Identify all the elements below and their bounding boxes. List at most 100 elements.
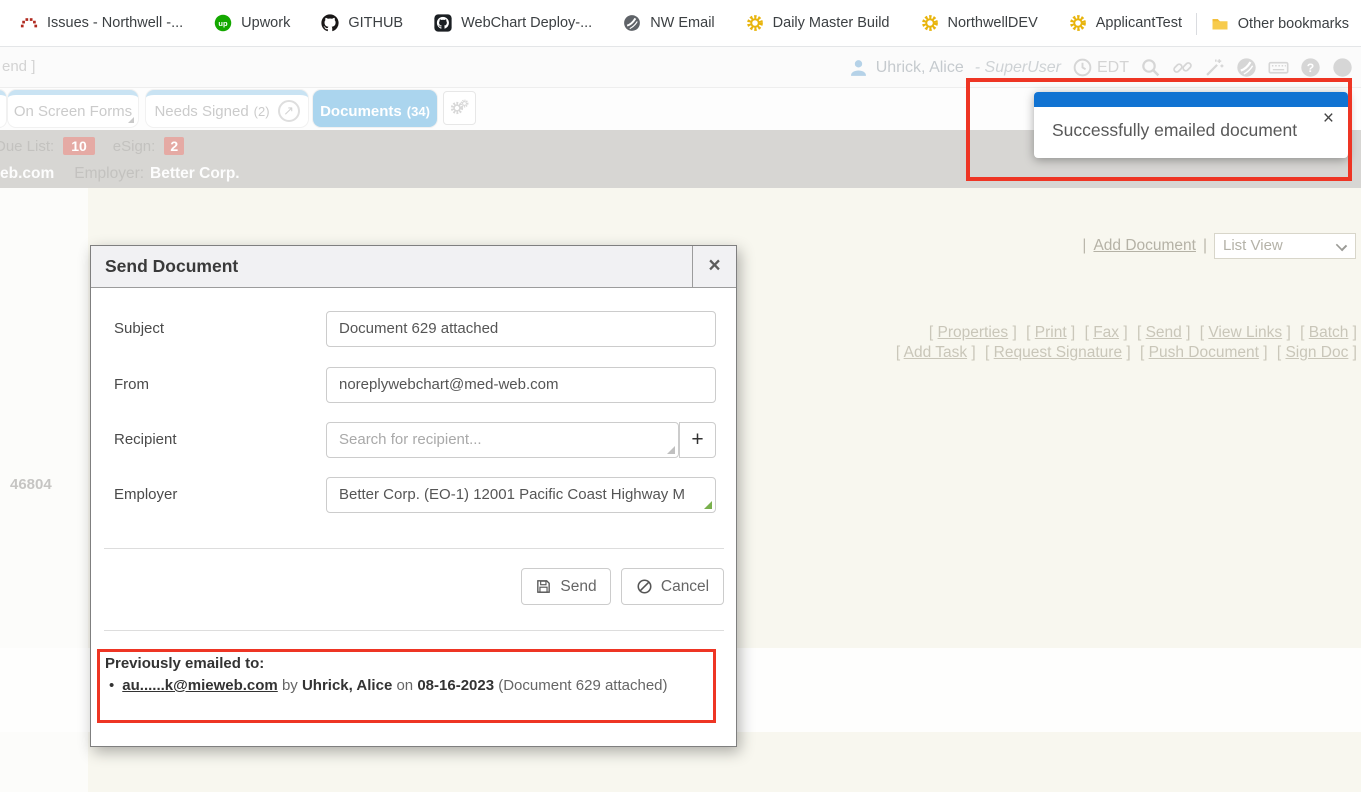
cancel-button-label: Cancel — [661, 578, 709, 596]
properties-link[interactable]: Properties — [938, 324, 1009, 341]
app-toolbar: end ] Uhrick, Alice - SuperUser EDT — [0, 47, 1361, 88]
tab-count: (34) — [407, 104, 430, 119]
action-link[interactable]: [ Add Task ] — [896, 344, 976, 361]
document-action-links: [ Properties ] [ Print ] [ Fax ] [ Send … — [891, 323, 1357, 363]
action-link[interactable]: [ Print ] — [1026, 324, 1075, 341]
recipient-label: Recipient — [114, 431, 177, 448]
from-input[interactable]: noreplywebchart@med-web.com — [326, 367, 716, 403]
bookmark-issues[interactable]: Issues - Northwell -... — [20, 14, 183, 32]
github-box-icon — [434, 14, 452, 32]
push-document-link[interactable]: Push Document — [1149, 344, 1259, 361]
bookmarks-divider — [1196, 13, 1197, 35]
view-links-link[interactable]: View Links — [1208, 324, 1282, 341]
chevron-down-icon — [1336, 240, 1347, 251]
employer-select[interactable]: Better Corp. (EO-1) 12001 Pacific Coast … — [326, 477, 716, 513]
request-signature-link[interactable]: Request Signature — [994, 344, 1122, 361]
add-recipient-button[interactable]: + — [679, 422, 716, 458]
folder-icon — [1211, 15, 1229, 33]
divider — [104, 630, 724, 631]
sign-doc-link[interactable]: Sign Doc — [1285, 344, 1348, 361]
toast-message: Successfully emailed document — [1052, 120, 1297, 141]
action-link[interactable]: [ Properties ] — [929, 324, 1017, 341]
esign-label: eSign: — [113, 138, 156, 155]
print-link[interactable]: Print — [1035, 324, 1067, 341]
keyboard-icon[interactable] — [1268, 57, 1289, 78]
from-label: From — [114, 376, 149, 393]
chart-number: 46804 — [10, 476, 52, 493]
modal-title: Send Document — [105, 256, 238, 277]
sender-name: Uhrick, Alice — [302, 677, 392, 694]
cancel-slash-icon — [636, 578, 653, 595]
action-link[interactable]: [ Send ] — [1137, 324, 1190, 341]
pipe-separator: | — [1082, 237, 1086, 255]
tab-needs-signed[interactable]: Needs Signed (2) ↗ — [146, 90, 308, 127]
tab-on-screen-forms[interactable]: On Screen Forms — [8, 90, 138, 127]
list-view-select[interactable]: List View — [1214, 233, 1356, 259]
resize-handle[interactable] — [667, 446, 675, 454]
help-icon[interactable]: ? — [1300, 57, 1321, 78]
action-link[interactable]: [ Sign Doc ] — [1277, 344, 1357, 361]
employer-value: Better Corp. — [150, 165, 240, 183]
timezone-control[interactable]: EDT — [1072, 57, 1129, 78]
tab-partial[interactable] — [0, 90, 6, 127]
bookmark-label: Upwork — [241, 15, 290, 31]
bookmark-nw-email[interactable]: NW Email — [623, 14, 714, 32]
bullet: • — [109, 677, 114, 694]
bookmark-github[interactable]: GITHUB — [321, 14, 403, 32]
previously-emailed-heading: Previously emailed to: — [105, 655, 705, 672]
send-document-modal: Send Document × Subject Document 629 att… — [90, 245, 737, 747]
popout-icon[interactable]: ↗ — [278, 100, 300, 122]
bookmark-upwork[interactable]: up Upwork — [214, 14, 290, 32]
add-task-link[interactable]: Add Task — [904, 344, 967, 361]
modal-close-button[interactable]: × — [692, 246, 736, 287]
employer-label: Employer: — [74, 165, 144, 183]
send-button[interactable]: Send — [521, 568, 611, 605]
previous-recipient-email-link[interactable]: au......k@mieweb.com — [122, 677, 278, 694]
screen: Issues - Northwell -... up Upwork GITHUB… — [0, 0, 1361, 792]
link-icon[interactable] — [1172, 57, 1193, 78]
esign-count-badge[interactable]: 2 — [164, 137, 184, 155]
bookmark-northwelldev[interactable]: NorthwellDEV — [921, 14, 1038, 32]
globe-icon[interactable] — [1236, 57, 1257, 78]
toast-close-icon[interactable]: × — [1323, 109, 1334, 128]
fax-link[interactable]: Fax — [1093, 324, 1119, 341]
due-list-count-badge[interactable]: 10 — [63, 137, 95, 155]
other-bookmarks[interactable]: Other bookmarks — [1211, 15, 1349, 33]
tab-settings-button[interactable] — [443, 91, 476, 125]
save-icon — [535, 578, 552, 595]
action-link[interactable]: [ Push Document ] — [1140, 344, 1268, 361]
action-link[interactable]: [ View Links ] — [1200, 324, 1291, 341]
recipient-search-input[interactable]: Search for recipient... — [326, 422, 679, 458]
other-bookmarks-label: Other bookmarks — [1238, 16, 1349, 32]
cancel-button[interactable]: Cancel — [621, 568, 724, 605]
bookmark-webchart-deploy[interactable]: WebChart Deploy-... — [434, 14, 592, 32]
gears-icon-small — [460, 99, 469, 108]
pipe-separator: | — [1203, 237, 1207, 255]
patient-email-fragment: eb.com — [0, 165, 54, 183]
tab-count: (2) — [254, 104, 270, 119]
send-link[interactable]: Send — [1146, 324, 1182, 341]
redmine-icon — [20, 14, 38, 32]
upwork-icon: up — [214, 14, 232, 32]
user-menu[interactable]: Uhrick, Alice - SuperUser — [848, 57, 1061, 78]
tab-documents[interactable]: Documents (34) — [313, 90, 437, 127]
resize-handle-green[interactable] — [704, 501, 712, 509]
bookmark-daily-master-build[interactable]: Daily Master Build — [746, 14, 890, 32]
subject-input[interactable]: Document 629 attached — [326, 311, 716, 347]
action-link[interactable]: [ Request Signature ] — [985, 344, 1131, 361]
action-links-row1: [ Properties ] [ Print ] [ Fax ] [ Send … — [891, 323, 1357, 343]
wand-icon[interactable] — [1204, 57, 1225, 78]
modal-header: Send Document × — [91, 246, 736, 288]
action-link[interactable]: [ Batch ] — [1300, 324, 1357, 341]
profile-circle-icon[interactable] — [1332, 57, 1353, 78]
tab-label: On Screen Forms — [14, 103, 132, 120]
action-link[interactable]: [ Fax ] — [1085, 324, 1128, 341]
bookmark-applicanttest[interactable]: ApplicantTest — [1069, 14, 1182, 32]
svg-text:?: ? — [1307, 61, 1314, 75]
gear-yellow-icon — [921, 14, 939, 32]
bookmark-label: NorthwellDEV — [948, 15, 1038, 31]
toolbar-left-text: end ] — [2, 58, 35, 75]
search-icon[interactable] — [1140, 57, 1161, 78]
batch-link[interactable]: Batch — [1309, 324, 1349, 341]
add-document-link[interactable]: Add Document — [1093, 237, 1196, 255]
